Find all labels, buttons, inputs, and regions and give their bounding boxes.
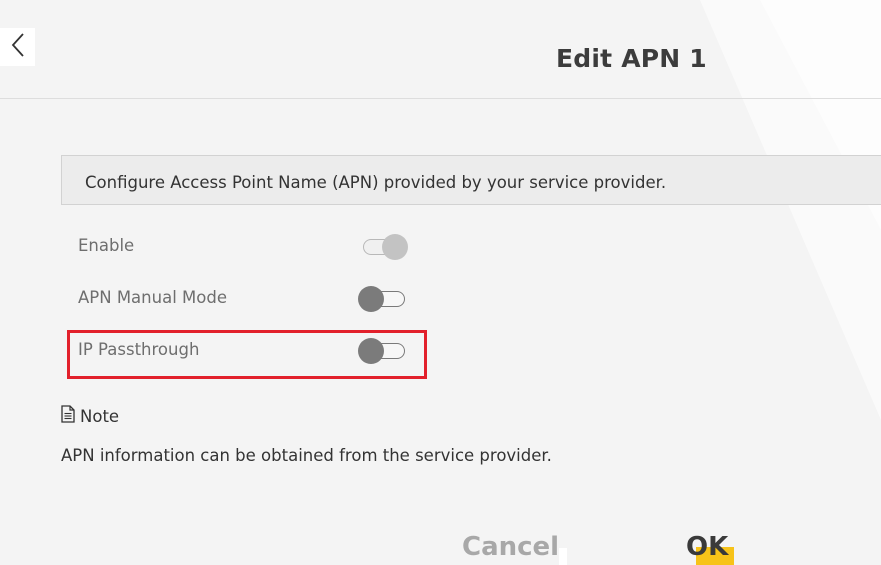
info-banner-text: Configure Access Point Name (APN) provid… xyxy=(85,173,667,192)
apn-manual-mode-label: APN Manual Mode xyxy=(78,288,227,307)
ip-passthrough-highlight xyxy=(67,330,427,379)
chevron-left-icon xyxy=(10,32,26,62)
enable-toggle[interactable] xyxy=(360,233,410,261)
note-header: Note xyxy=(60,405,119,427)
note-title: Note xyxy=(80,406,120,426)
enable-label: Enable xyxy=(78,236,135,255)
header-divider xyxy=(0,98,881,99)
ok-button-wrapper: OK xyxy=(686,532,734,565)
back-button[interactable] xyxy=(0,28,35,66)
page-title: Edit APN 1 xyxy=(556,44,707,73)
info-banner: Configure Access Point Name (APN) provid… xyxy=(61,155,881,205)
background-decoration xyxy=(700,0,881,420)
note-text: APN information can be obtained from the… xyxy=(61,446,552,465)
cancel-button[interactable]: Cancel xyxy=(462,532,559,562)
ok-button[interactable]: OK xyxy=(686,532,728,562)
cancel-button-mask xyxy=(559,548,567,565)
document-icon xyxy=(60,405,76,427)
apn-manual-mode-toggle[interactable] xyxy=(358,285,408,313)
